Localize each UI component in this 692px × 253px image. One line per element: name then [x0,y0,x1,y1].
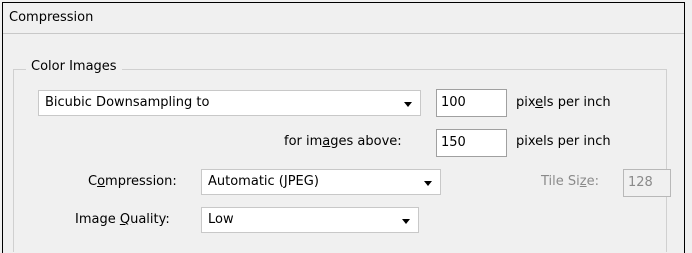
image-quality-dropdown[interactable]: Low [201,207,419,233]
downsampling-value: Bicubic Downsampling to [45,95,210,110]
group-title: Color Images [26,59,122,74]
compression-label: Compression: [88,174,177,189]
images-above-input[interactable]: 150 [436,129,507,157]
compression-value: Automatic (JPEG) [208,174,319,189]
chevron-down-icon [402,219,410,224]
downsample-unit-label: pixels per inch [516,95,611,110]
tile-size-input[interactable]: 128 [623,169,671,197]
tile-size-label: Tile Size: [541,174,599,189]
chevron-down-icon [424,181,432,186]
downsample-resolution-input[interactable]: 100 [436,89,507,117]
image-quality-value: Low [208,212,234,227]
image-quality-label: Image Quality: [75,212,170,227]
downsampling-dropdown[interactable]: Bicubic Downsampling to [38,90,421,116]
images-above-unit-label: pixels per inch [516,134,611,149]
images-above-label: for images above: [284,134,402,149]
panel-title: Compression [9,10,94,25]
compression-dropdown[interactable]: Automatic (JPEG) [201,169,441,195]
divider [3,33,684,34]
chevron-down-icon [404,102,412,107]
